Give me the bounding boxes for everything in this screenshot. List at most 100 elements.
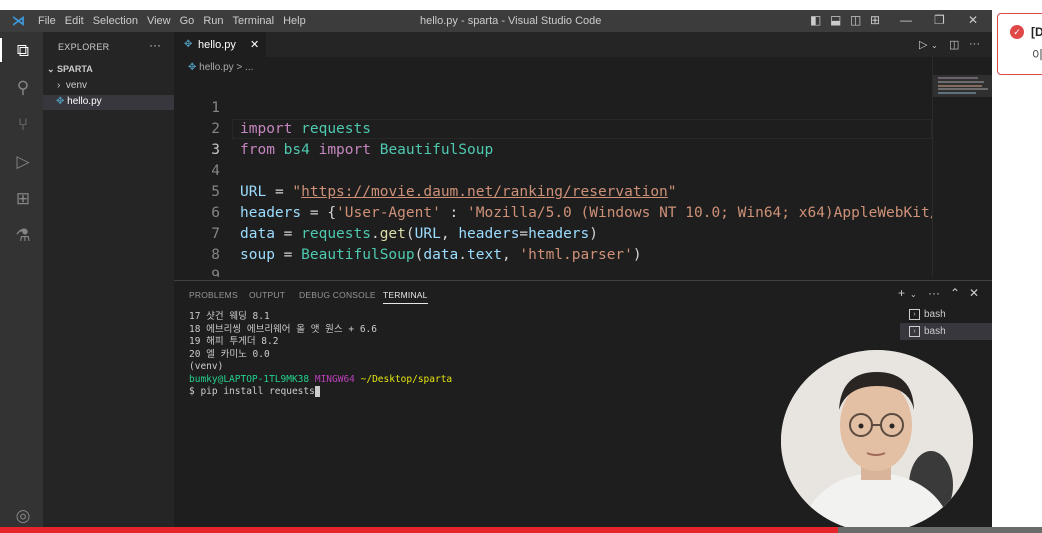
presenter-image — [781, 350, 973, 532]
tab-problems[interactable]: PROBLEMS — [189, 290, 238, 300]
breadcrumb[interactable]: ✥ hello.py > ... — [188, 62, 253, 73]
tree-item-label: venv — [65, 80, 88, 91]
terminal-line: 19 해피 투게더 8.2 — [189, 336, 279, 347]
code-line: 8 — [174, 224, 220, 263]
source-control-icon[interactable]: ⑂ — [13, 115, 33, 135]
account-icon[interactable]: ◎ — [13, 506, 33, 526]
terminal-icon: › — [909, 325, 920, 337]
code-text: URL = "https://movie.daum.net/ranking/re… — [240, 184, 677, 200]
close-panel-icon[interactable]: ✕ — [969, 286, 979, 300]
code-line: 10 — [174, 266, 209, 277]
terminal-line: 20 엘 카미노 0.0 — [189, 348, 270, 360]
code-text: data = requests.get(URL, headers=headers… — [240, 226, 598, 242]
webcam-overlay — [781, 350, 973, 532]
code-editor[interactable]: 1 import requests 2 from bs4 import Beau… — [174, 77, 932, 277]
terminal-instance-label: bash — [924, 309, 946, 320]
notification-card[interactable]: ✓ [D 이 — [997, 13, 1042, 75]
terminal-cursor — [314, 386, 320, 397]
terminal-instance-label: bash — [924, 326, 946, 337]
code-line: 7 soup = BeautifulSoup(data.text, 'html.… — [174, 203, 641, 263]
terminal-line: 18 에브리씽 에브리웨어 올 앳 원스 + 6.6 — [189, 323, 377, 335]
tab-output[interactable]: OUTPUT — [249, 290, 285, 300]
terminal-instance-2[interactable]: › bash — [900, 323, 992, 340]
explorer-sidebar: EXPLORER ··· ⌄ SPARTA › venv ✥ hello.py — [43, 32, 174, 527]
tab-label: hello.py — [198, 39, 236, 51]
restore-icon[interactable]: ❐ — [934, 13, 945, 27]
right-strip — [992, 10, 1042, 527]
title-bar: ⋊ File Edit Selection View Go Run Termin… — [0, 10, 992, 32]
minimap[interactable] — [932, 57, 993, 277]
code-line: 9 lis = soup.select('#mainContent > div … — [174, 245, 220, 277]
editor-more-icon[interactable]: ··· — [969, 38, 980, 50]
menu-run[interactable]: Run — [203, 15, 223, 27]
notification-text: 이 — [1032, 48, 1042, 62]
menu-bar: File Edit Selection View Go Run Terminal… — [38, 15, 315, 27]
code-text: from bs4 import BeautifulSoup — [240, 142, 494, 158]
code-line: 2 from bs4 import BeautifulSoup — [174, 98, 493, 158]
menu-go[interactable]: Go — [180, 15, 195, 27]
extensions-icon[interactable]: ⊞ — [13, 189, 33, 209]
toggle-panel-icon[interactable]: ⬓ — [830, 13, 841, 27]
minimize-icon[interactable]: — — [900, 13, 912, 27]
tab-close-icon[interactable]: ✕ — [250, 38, 259, 51]
new-terminal-icon[interactable]: + — [898, 286, 905, 300]
customize-layout-icon[interactable]: ⊞ — [870, 13, 880, 27]
toggle-sidebar-icon[interactable]: ◧ — [810, 13, 821, 27]
tab-terminal[interactable]: TERMINAL — [383, 290, 428, 304]
breadcrumb-text: hello.py > ... — [199, 62, 254, 73]
tab-hello-py[interactable]: ✥ hello.py ✕ — [174, 32, 266, 57]
menu-help[interactable]: Help — [283, 15, 306, 27]
code-text: import requests — [240, 121, 371, 137]
activity-bar: ⧉ ⚲ ⑂ ▷ ⊞ ⚗ ◎ — [0, 32, 43, 527]
search-icon[interactable]: ⚲ — [13, 78, 33, 98]
terminal-prompt: bumky@LAPTOP-1TL9MK38 MINGW64 ~/Desktop/… — [189, 374, 452, 387]
terminal-icon: › — [909, 308, 920, 320]
terminal-line: (venv) — [189, 361, 224, 372]
top-strip — [0, 0, 1042, 10]
active-indicator — [0, 38, 2, 62]
toggle-secondary-sidebar-icon[interactable]: ◫ — [850, 13, 861, 27]
code-line: 4 URL = "https://movie.daum.net/ranking/… — [174, 140, 676, 200]
maximize-panel-icon[interactable]: ⌃ — [950, 286, 960, 300]
close-icon[interactable]: ✕ — [968, 13, 978, 27]
terminal-instance-1[interactable]: › bash — [900, 306, 992, 323]
menu-file[interactable]: File — [38, 15, 56, 27]
tab-debug-console[interactable]: DEBUG CONSOLE — [299, 290, 376, 300]
run-file-icon[interactable]: ▷ — [919, 38, 927, 51]
panel-more-icon[interactable]: ··· — [928, 286, 940, 300]
code-line: 1 import requests — [174, 77, 371, 137]
window-title: hello.py - sparta - Visual Studio Code — [420, 15, 602, 27]
code-text: headers = {'User-Agent' : 'Mozilla/5.0 (… — [240, 205, 932, 221]
terminal[interactable]: 17 샷건 웨딩 8.1 18 에브리씽 에브리웨어 올 앳 원스 + 6.6 … — [189, 311, 452, 399]
split-editor-icon[interactable]: ◫ — [949, 38, 959, 51]
run-dropdown-icon[interactable]: ⌄ — [931, 41, 938, 50]
terminal-line: 17 샷건 웨딩 8.1 — [189, 311, 270, 322]
explorer-more-icon[interactable]: ··· — [149, 38, 161, 52]
tree-item-label: hello.py — [67, 96, 102, 107]
editor-tab-bar: ✥ hello.py ✕ ▷ ⌄ ◫ ··· — [174, 32, 992, 57]
notification-title: [D — [1031, 25, 1042, 39]
code-line: 3 — [174, 119, 220, 158]
code-text: soup = BeautifulSoup(data.text, 'html.pa… — [240, 247, 642, 263]
menu-selection[interactable]: Selection — [93, 15, 138, 27]
video-progress-bar[interactable] — [0, 527, 838, 533]
terminal-command-line: $ pip install requests — [189, 386, 452, 399]
prompt-user: bumky@LAPTOP-1TL9MK38 — [189, 373, 310, 385]
menu-terminal[interactable]: Terminal — [233, 15, 275, 27]
explorer-icon[interactable]: ⧉ — [13, 41, 33, 61]
menu-view[interactable]: View — [147, 15, 171, 27]
tree-item-hello-py[interactable]: ✥ hello.py — [56, 96, 102, 107]
menu-edit[interactable]: Edit — [65, 15, 84, 27]
run-debug-icon[interactable]: ▷ — [13, 152, 33, 172]
video-progress-remaining[interactable] — [838, 527, 1042, 533]
python-file-icon: ✥ — [188, 62, 197, 73]
testing-icon[interactable]: ⚗ — [13, 226, 33, 246]
check-icon: ✓ — [1010, 25, 1024, 39]
terminal-command: $ pip install requests — [189, 386, 315, 397]
prompt-path: ~/Desktop/sparta — [360, 373, 453, 385]
terminal-dropdown-icon[interactable]: ⌄ — [910, 290, 917, 299]
project-folder[interactable]: ⌄ SPARTA — [47, 64, 93, 75]
explorer-header: EXPLORER — [58, 42, 110, 52]
tree-item-venv[interactable]: › venv — [57, 80, 87, 91]
python-file-icon: ✥ — [56, 96, 65, 107]
